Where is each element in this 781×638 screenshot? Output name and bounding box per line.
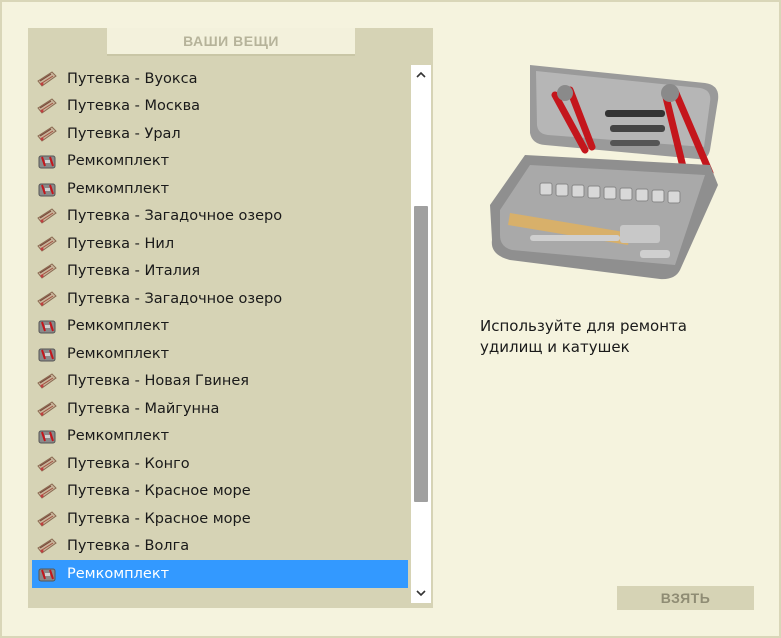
inventory-item-label: Ремкомплект [67,153,170,170]
inventory-item-label: Путевка - Урал [67,125,181,142]
inventory-list-item[interactable]: Путевка - Новая Гвинея [32,368,408,396]
inventory-item-label: Путевка - Красное море [67,483,251,500]
toolkit-icon [36,564,58,584]
toolkit-case-image [470,55,730,285]
inventory-item-label: Путевка - Нил [67,235,175,252]
inventory-list-item[interactable]: Путевка - Нил [32,230,408,258]
inventory-list-item[interactable]: Путевка - Майгунна [32,395,408,423]
inventory-item-label: Ремкомплект [67,428,170,445]
inventory-list-item[interactable]: Ремкомплект [32,560,408,588]
toolkit-icon [36,179,58,199]
scroll-track[interactable] [414,87,428,581]
inventory-item-label: Путевка - Москва [67,98,201,115]
voucher-icon [36,399,58,419]
inventory-list-item[interactable]: Путевка - Красное море [32,478,408,506]
inventory-item-label: Путевка - Вуокса [67,70,198,87]
take-button[interactable]: ВЗЯТЬ [617,586,754,610]
toolkit-icon [36,344,58,364]
inventory-item-label: Ремкомплект [67,318,170,335]
inventory-item-label: Ремкомплект [67,180,170,197]
item-description: Используйте для ремонта удилищ и катушек [480,317,687,356]
voucher-icon [36,289,58,309]
inventory-list-item[interactable]: Путевка - Конго [32,450,408,478]
inventory-list-item[interactable]: Путевка - Волга [32,533,408,561]
voucher-icon [36,454,58,474]
voucher-icon [36,536,58,556]
inventory-list-item[interactable]: Ремкомплект [32,340,408,368]
panel-title: ВАШИ ВЕЩИ [107,28,355,56]
inventory-item-label: Путевка - Новая Гвинея [67,373,249,390]
list-scrollbar[interactable] [411,65,431,603]
inventory-list-item[interactable]: Путевка - Москва [32,93,408,121]
inventory-item-label: Путевка - Италия [67,263,201,280]
voucher-icon [36,206,58,226]
toolkit-icon [36,426,58,446]
inventory-list-item[interactable]: Путевка - Урал [32,120,408,148]
inventory-item-label: Путевка - Конго [67,455,190,472]
inventory-item-label: Ремкомплект [67,345,170,362]
voucher-icon [36,96,58,116]
inventory-list-item[interactable]: Ремкомплект [32,175,408,203]
voucher-icon [36,481,58,501]
inventory-item-label: Путевка - Волга [67,538,190,555]
voucher-icon [36,371,58,391]
voucher-icon [36,69,58,89]
voucher-icon [36,509,58,529]
scroll-thumb[interactable] [414,205,428,502]
inventory-list-item[interactable]: Путевка - Красное море [32,505,408,533]
inventory-item-label: Путевка - Загадочное озеро [67,208,283,225]
voucher-icon [36,124,58,144]
inventory-item-label: Путевка - Загадочное озеро [67,290,283,307]
inventory-list-item[interactable]: Ремкомплект [32,423,408,451]
inventory-item-label: Ремкомплект [67,565,170,582]
inventory-list-item[interactable]: Путевка - Италия [32,258,408,286]
inventory-list: Путевка - Вуокса Путевка - Москва Путевка … [32,65,408,590]
inventory-list-item[interactable]: Ремкомплект [32,313,408,341]
voucher-icon [36,261,58,281]
voucher-icon [36,234,58,254]
inventory-list-item[interactable]: Ремкомплект [32,148,408,176]
inventory-item-label: Путевка - Красное море [67,510,251,527]
scroll-down-icon[interactable] [411,583,431,603]
scroll-up-icon[interactable] [411,65,431,85]
inventory-list-item[interactable]: Путевка - Загадочное озеро [32,203,408,231]
inventory-list-item[interactable]: Путевка - Загадочное озеро [32,285,408,313]
inventory-list-item[interactable]: Путевка - Вуокса [32,65,408,93]
inventory-item-label: Путевка - Майгунна [67,400,220,417]
toolkit-icon [36,316,58,336]
toolkit-icon [36,151,58,171]
